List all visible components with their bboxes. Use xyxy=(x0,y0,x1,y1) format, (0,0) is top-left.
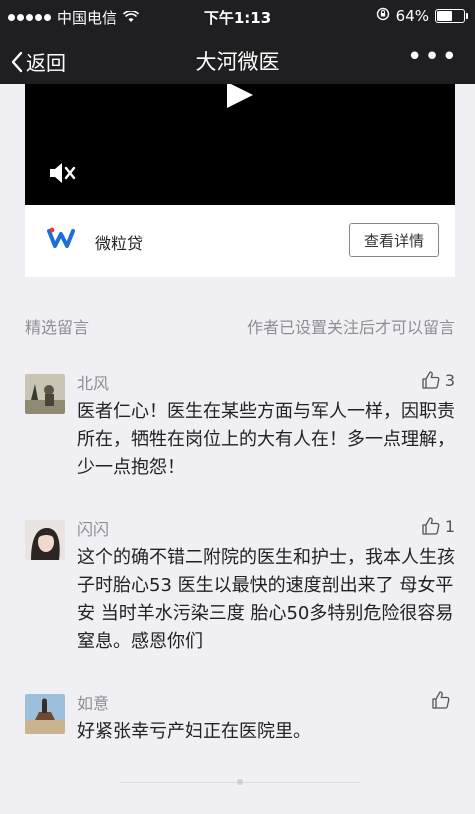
comments-header: 精选留言 作者已设置关注后才可以留言 xyxy=(25,314,455,338)
comment-text: 医者仁心！医生在某些方面与军人一样，因职责所在，牺牲在岗位上的大有人在！多一点理… xyxy=(77,401,455,478)
like-count: 3 xyxy=(444,370,455,390)
like-button[interactable]: 3 xyxy=(421,370,455,390)
view-details-button[interactable]: 查看详情 xyxy=(349,223,439,257)
article-content[interactable]: 微粒贷 查看详情 精选留言 作者已设置关注后才可以留言 北风 3 医者仁心！医生… xyxy=(0,84,475,814)
avatar[interactable] xyxy=(25,374,65,414)
comment-text: 这个的确不错二附院的医生和护士，我本人生孩子时胎心53 医生以最快的速度剖出来了… xyxy=(77,547,455,652)
avatar[interactable] xyxy=(25,520,65,560)
rotation-lock-icon xyxy=(376,7,390,25)
comment-author: 北风 xyxy=(77,374,110,393)
like-button[interactable] xyxy=(431,690,455,710)
avatar[interactable] xyxy=(25,694,65,734)
nav-bar: 返回 大河微医 ••• xyxy=(0,34,475,84)
battery-icon xyxy=(435,9,468,23)
comments-note: 作者已设置关注后才可以留言 xyxy=(246,318,455,337)
more-button[interactable]: ••• xyxy=(407,42,459,72)
thumbs-up-icon xyxy=(422,371,440,389)
battery-percent: 64% xyxy=(395,7,429,25)
comment-text: 好紧张幸亏产妇正在医院里。 xyxy=(77,721,311,742)
play-icon[interactable] xyxy=(227,84,253,108)
thumbs-up-icon xyxy=(422,517,440,535)
video-player[interactable] xyxy=(25,84,455,205)
divider-dot xyxy=(237,779,243,785)
ad-card[interactable]: 微粒贷 查看详情 xyxy=(25,205,455,277)
thumbs-up-icon xyxy=(432,691,450,709)
comment-author: 闪闪 xyxy=(77,520,110,539)
speaker-muted-icon[interactable] xyxy=(47,160,79,190)
w-logo-icon xyxy=(47,227,75,253)
comment-author: 如意 xyxy=(77,694,110,713)
like-count: 1 xyxy=(444,516,455,536)
status-right: 64% xyxy=(376,7,468,25)
comments-title: 精选留言 xyxy=(25,318,90,337)
page-title: 大河微医 xyxy=(195,50,280,74)
ad-name: 微粒贷 xyxy=(95,234,144,253)
status-bar: 中国电信 下午1:13 64% xyxy=(0,0,475,34)
like-button[interactable]: 1 xyxy=(421,516,455,536)
